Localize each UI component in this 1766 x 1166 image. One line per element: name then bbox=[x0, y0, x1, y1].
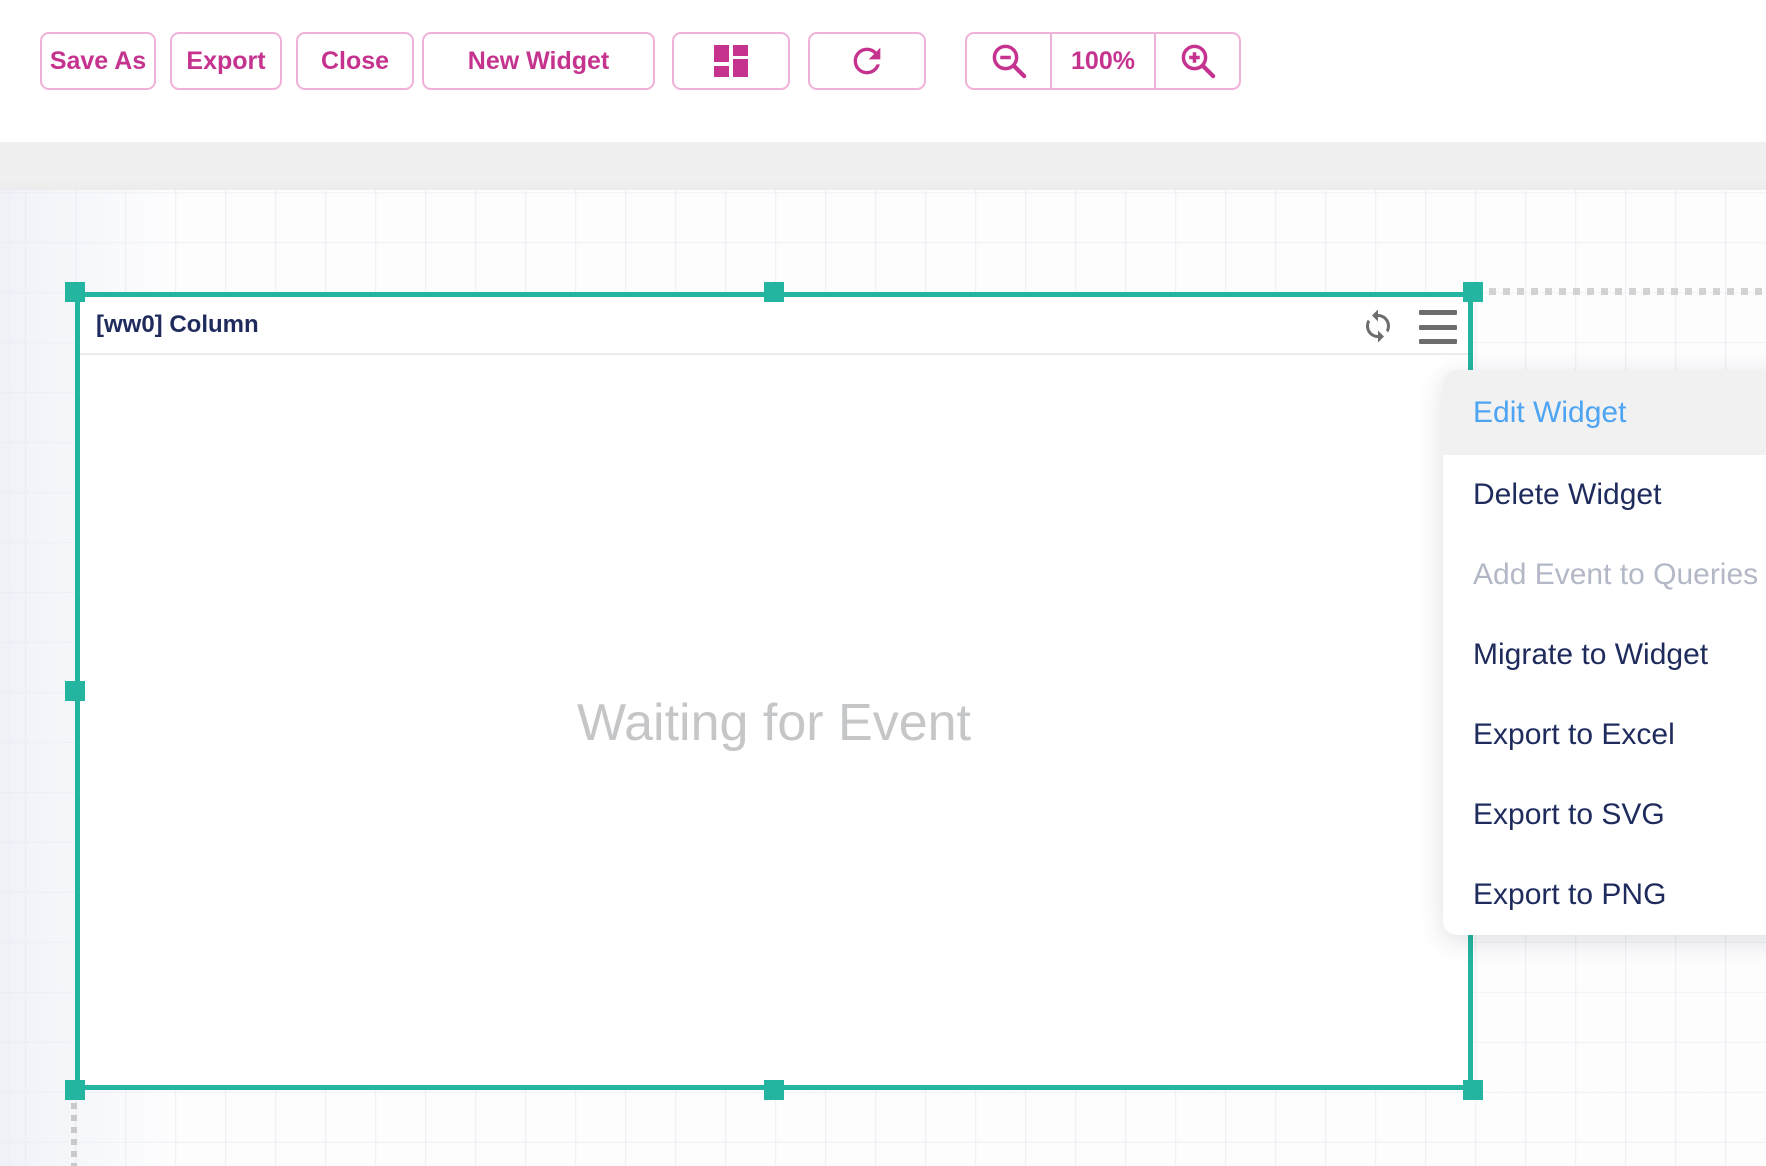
close-button[interactable]: Close bbox=[296, 32, 414, 90]
column-boundary-dashed-line bbox=[1489, 288, 1766, 295]
dashboard-layout-button[interactable] bbox=[672, 32, 790, 90]
zoom-out-icon bbox=[988, 40, 1030, 82]
widget-header[interactable]: [ww0] Column bbox=[80, 297, 1468, 355]
waiting-for-event-text: Waiting for Event bbox=[80, 693, 1468, 753]
zoom-out-button[interactable] bbox=[967, 34, 1050, 88]
menu-item-export-to-svg[interactable]: Export to SVG bbox=[1443, 775, 1766, 855]
zoom-in-icon bbox=[1177, 40, 1219, 82]
zoom-controls: 100% bbox=[965, 32, 1241, 90]
hamburger-bar bbox=[1419, 339, 1457, 344]
save-as-button[interactable]: Save As bbox=[40, 32, 156, 90]
menu-item-delete-widget[interactable]: Delete Widget bbox=[1443, 455, 1766, 535]
menu-item-add-event-to-queries: Add Event to Queries bbox=[1443, 535, 1766, 615]
widget-context-menu: Edit Widget Delete Widget Add Event to Q… bbox=[1443, 370, 1766, 935]
zoom-level: 100% bbox=[1050, 34, 1156, 88]
hamburger-bar bbox=[1419, 310, 1457, 315]
column-boundary-dashed-line-vertical bbox=[71, 1103, 77, 1166]
menu-item-export-to-png[interactable]: Export to PNG bbox=[1443, 855, 1766, 935]
dashboard-layout-icon bbox=[713, 43, 749, 79]
resize-handle-bottom-left[interactable] bbox=[65, 1080, 85, 1100]
new-widget-button[interactable]: New Widget bbox=[422, 32, 655, 90]
widget-hamburger-menu-icon[interactable] bbox=[1419, 310, 1457, 344]
top-toolbar: Save As Export Close New Widget bbox=[0, 0, 1766, 142]
toolbar-divider-strip bbox=[0, 142, 1766, 190]
hamburger-bar bbox=[1419, 325, 1457, 330]
zoom-in-button[interactable] bbox=[1156, 34, 1239, 88]
resize-handle-top-left[interactable] bbox=[65, 282, 85, 302]
menu-item-edit-widget[interactable]: Edit Widget bbox=[1443, 370, 1766, 455]
menu-item-export-to-excel[interactable]: Export to Excel bbox=[1443, 695, 1766, 775]
menu-item-migrate-to-widget[interactable]: Migrate to Widget bbox=[1443, 615, 1766, 695]
refresh-icon bbox=[847, 41, 887, 81]
resize-handle-bottom-right[interactable] bbox=[1463, 1080, 1483, 1100]
refresh-dashboard-button[interactable] bbox=[808, 32, 926, 90]
widget-title: [ww0] Column bbox=[96, 311, 259, 339]
widget-sync-icon[interactable] bbox=[1360, 308, 1396, 344]
export-button[interactable]: Export bbox=[170, 32, 282, 90]
widget-ww0-column[interactable]: [ww0] Column Waiting for Event bbox=[75, 292, 1473, 1090]
resize-handle-top-right[interactable] bbox=[1463, 282, 1483, 302]
resize-handle-middle-left[interactable] bbox=[65, 681, 85, 701]
resize-handle-bottom-middle[interactable] bbox=[764, 1080, 784, 1100]
resize-handle-top-middle[interactable] bbox=[764, 282, 784, 302]
